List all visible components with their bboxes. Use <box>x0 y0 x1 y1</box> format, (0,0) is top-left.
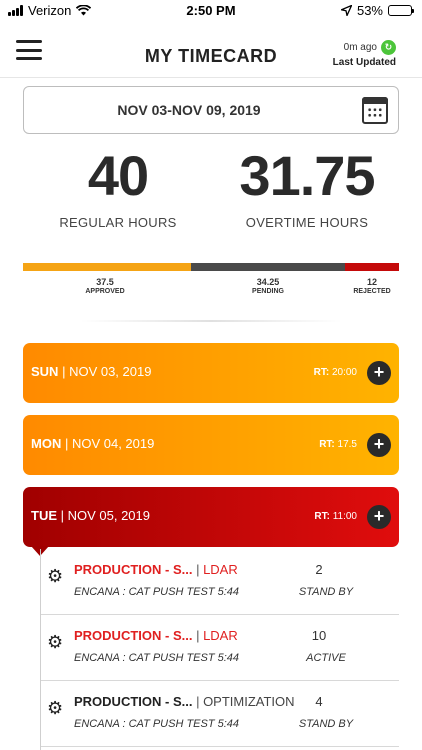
rejected-segment <box>345 263 399 271</box>
rt-value: 11:00 <box>332 511 357 522</box>
entry-status: STAND BY <box>298 586 354 598</box>
day-card-tue[interactable]: TUE | NOV 05, 2019 RT: 11:00 + <box>23 487 399 556</box>
entry-separator: | <box>192 562 204 577</box>
entry-quantity: 10 <box>311 628 327 643</box>
approved-hours: 37.5 <box>96 277 114 287</box>
regular-hours-value: 40 <box>87 144 149 207</box>
regular-time: RT: 20:00 <box>314 367 357 378</box>
rejected-label: REJECTED <box>353 288 391 295</box>
rejected-legend: 12 REJECTED <box>337 277 407 296</box>
day-card-mon[interactable]: MON | NOV 04, 2019 RT: 17.5 + <box>23 415 399 475</box>
day-date: SUN | NOV 03, 2019 <box>31 364 151 379</box>
pending-label: PENDING <box>252 288 284 295</box>
entry-category: LDAR <box>203 562 238 577</box>
entry-job: PRODUCTION - S... <box>74 694 193 709</box>
entry-category: LDAR <box>203 628 238 643</box>
day-date: MON | NOV 04, 2019 <box>31 436 154 451</box>
entry-subtitle: ENCANA : CAT PUSH TEST 5:44 <box>74 586 240 598</box>
day-date-text: | NOV 03, 2019 <box>62 364 152 379</box>
gear-icon[interactable]: ⚙ <box>47 567 63 585</box>
day-name: MON <box>31 436 62 451</box>
day-name: SUN <box>31 364 59 379</box>
day-date: TUE | NOV 05, 2019 <box>31 508 150 523</box>
entry-job: PRODUCTION - S... <box>74 628 193 643</box>
location-arrow-icon <box>340 5 352 16</box>
gear-icon[interactable]: ⚙ <box>47 633 63 651</box>
overtime-hours-value: 31.75 <box>239 144 375 207</box>
calendar-icon[interactable] <box>362 97 388 124</box>
day-name: TUE <box>31 508 57 523</box>
time-entry[interactable]: ⚙ PRODUCTION - S... | LDAR ENCANA : CAT … <box>41 615 399 681</box>
entry-subtitle: ENCANA : CAT PUSH TEST 5:44 <box>74 652 240 664</box>
battery-group: 53% <box>340 3 414 18</box>
last-updated-time: 0m ago <box>343 42 377 53</box>
battery-icon <box>388 5 414 16</box>
battery-percent: 53% <box>356 3 383 18</box>
entry-separator: | <box>192 694 204 709</box>
add-entry-button[interactable]: + <box>367 433 391 457</box>
add-entry-button[interactable]: + <box>367 361 391 385</box>
entry-title: PRODUCTION - S... | LDAR <box>74 562 238 577</box>
entry-subtitle: ENCANA : CAT PUSH TEST 5:44 <box>74 718 240 730</box>
pending-segment <box>191 263 346 271</box>
entry-job: PRODUCTION - S... <box>74 562 193 577</box>
day-card-sun[interactable]: SUN | NOV 03, 2019 RT: 20:00 + <box>23 343 399 403</box>
hours-status-bar <box>23 263 399 271</box>
rt-label: RT: <box>319 439 335 450</box>
date-range-picker[interactable]: NOV 03-NOV 09, 2019 <box>23 86 399 134</box>
entry-title: PRODUCTION - S... | OPTIMIZATION <box>74 694 295 709</box>
sync-icon[interactable]: ↻ <box>381 40 396 55</box>
entry-status: ACTIVE <box>306 652 346 664</box>
day-date-text: | NOV 04, 2019 <box>64 436 155 451</box>
regular-time: RT: 11:00 <box>314 511 357 522</box>
rt-value: 17.5 <box>337 439 357 450</box>
entry-quantity: 4 <box>315 694 323 709</box>
gear-icon[interactable]: ⚙ <box>47 699 63 717</box>
overtime-hours-label: OVERTIME HOURS <box>245 215 369 230</box>
time-entry[interactable]: ⚙ PRODUCTION - S... | OPTIMIZATION ENCAN… <box>41 681 399 747</box>
entry-status: STAND BY <box>298 718 354 730</box>
regular-time: RT: 17.5 <box>319 439 357 450</box>
date-range-label: NOV 03-NOV 09, 2019 <box>117 102 261 118</box>
entry-separator: | <box>192 628 204 643</box>
add-entry-button[interactable]: + <box>367 505 391 529</box>
rt-label: RT: <box>314 511 330 522</box>
approved-label: APPROVED <box>85 288 125 295</box>
approved-legend: 37.5 APPROVED <box>60 277 150 296</box>
last-updated-time-row: 0m ago ↻ <box>333 40 396 55</box>
rt-label: RT: <box>313 367 330 378</box>
last-updated[interactable]: 0m ago ↻ Last Updated <box>333 40 396 68</box>
approved-segment <box>23 263 192 271</box>
regular-hours-label: REGULAR HOURS <box>59 215 177 230</box>
pending-legend: 34.25 PENDING <box>223 277 313 296</box>
divider <box>80 320 342 322</box>
last-updated-label: Last Updated <box>332 57 396 68</box>
day-date-text: | NOV 05, 2019 <box>60 508 150 523</box>
rejected-hours: 12 <box>366 277 377 287</box>
status-bar: Verizon 2:50 PM 53% <box>0 0 422 22</box>
time-entry[interactable]: ⚙ PRODUCTION - S... | LDAR ENCANA : CAT … <box>41 549 399 615</box>
pending-hours: 34.25 <box>256 277 280 287</box>
entry-title: PRODUCTION - S... | LDAR <box>74 628 238 643</box>
rt-value: 20:00 <box>331 367 357 378</box>
entry-quantity: 2 <box>315 562 323 577</box>
app-header: MY TIMECARD 0m ago ↻ Last Updated <box>0 28 422 78</box>
